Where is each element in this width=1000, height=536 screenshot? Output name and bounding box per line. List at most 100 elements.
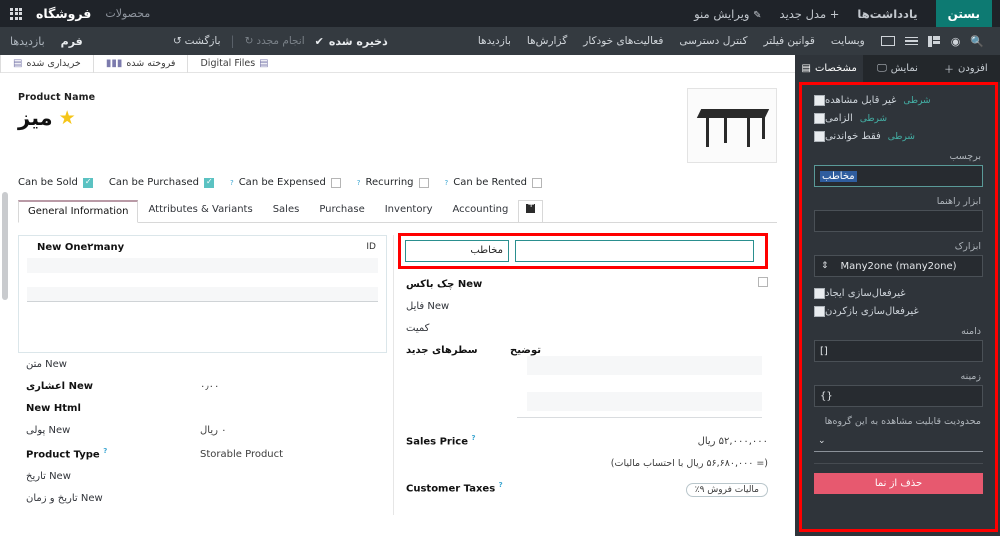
tooltip-field-input[interactable] [814,210,983,232]
new-lines-row[interactable] [527,392,762,411]
field-new-html[interactable]: New Html [18,403,387,414]
field-sales-price-value[interactable]: ۵۲,۰۰۰,۰۰۰ ریال [510,436,768,447]
checkbox-can-be-purchased[interactable]: Can be Purchased [109,177,214,188]
breadcrumb-views[interactable]: بازدیدها [10,35,45,48]
new-model-button[interactable]: + مدل جدید [780,7,840,21]
contact-secondary-input[interactable] [515,240,754,262]
field-product-type-value[interactable]: Storable Product [130,449,387,460]
brand-title[interactable]: فروشگاه [36,6,91,21]
checkbox-can-be-expensed-box[interactable] [330,177,341,188]
label-field-input[interactable]: مخاطب [814,165,983,187]
kanban-view-icon[interactable] [927,35,941,47]
help-icon[interactable]: ? [357,179,361,187]
list-view-icon[interactable] [904,36,918,47]
panel-tab-display[interactable]: 🖵 نمایش [863,55,931,82]
option-required[interactable]: الزامی شرطی [814,113,983,124]
option-disable-open-checkbox[interactable] [814,306,825,317]
option-invisible[interactable]: غیر قابل مشاهده شرطی [814,95,983,106]
menu-item-automations[interactable]: فعالیت‌های خودکار [583,35,663,47]
checkbox-can-be-sold[interactable]: Can be Sold [18,177,93,188]
field-new-checkbox-box[interactable] [758,277,768,287]
tab-inventory[interactable]: Inventory [375,199,443,222]
edit-menu-button[interactable]: ✎ ویرایش منو [694,7,761,21]
card-view-icon[interactable] [880,36,895,46]
tax-tag[interactable]: مالیات فروش ۹٪ [685,482,768,497]
field-new-checkbox-value[interactable] [510,277,768,290]
notes-button[interactable]: یادداشت‌ها [857,7,917,21]
menu-item-access-control[interactable]: کنترل دسترسی [679,35,747,47]
field-new-datetime[interactable]: New تاریخ و زمان [18,493,387,504]
tab-sales[interactable]: Sales [263,199,310,222]
one2many-row[interactable] [27,287,378,302]
checkbox-can-be-expensed[interactable]: ? Can be Expensed [230,177,341,188]
apps-grid-icon[interactable] [10,7,22,20]
star-icon[interactable]: ★ [59,108,76,128]
field-quantity[interactable]: کمیت [398,323,768,334]
help-icon[interactable]: ? [103,447,107,455]
help-icon[interactable]: ? [471,434,475,442]
new-lines-row[interactable] [527,356,762,375]
panel-tab-add[interactable]: ＋ افزودن [932,55,1000,82]
search-icon[interactable]: 🔍 [970,35,984,48]
field-new-file[interactable]: New فایل [398,301,768,312]
field-new-text[interactable]: New متن [18,359,387,370]
field-new-monetary[interactable]: New پولی ۰ ریال [18,425,387,436]
menu-item-website[interactable]: وبسایت [831,35,865,47]
topbar-products-link[interactable]: محصولات [105,7,150,20]
stat-button-digital-files[interactable]: Digital Files ▤ [187,54,280,73]
checkbox-recurring[interactable]: ? Recurring [357,177,429,188]
one2many-widget[interactable]: New One۲many ID [18,235,387,353]
breadcrumb-form[interactable]: فرم [61,35,83,48]
option-readonly[interactable]: فقط خواندنی شرطی [814,131,983,142]
close-button[interactable]: بستن [935,0,992,27]
option-disable-create-checkbox[interactable] [814,288,825,299]
one2many-row[interactable] [27,258,378,273]
field-new-checkbox[interactable]: New چک باکس [398,277,768,290]
stat-button-sold[interactable]: ▮▮▮ فروخته شده [92,54,188,73]
menu-item-reports[interactable]: گزارش‌ها [527,35,567,47]
clock-icon[interactable]: ◉ [951,35,961,48]
groups-field-select[interactable]: ⌄ [814,430,983,452]
checkbox-can-be-sold-box[interactable] [82,177,93,188]
widget-field-select[interactable]: ⇕ Many2one (many2one) [814,255,983,277]
field-new-date[interactable]: New تاریخ [18,471,387,482]
domain-field-input[interactable]: [] [814,340,983,362]
remove-from-view-button[interactable]: حذف از نما [814,473,983,494]
panel-tab-properties[interactable]: ▤ مشخصات [795,55,864,82]
option-readonly-checkbox[interactable] [814,131,825,142]
field-new-decimal[interactable]: New اعشاری ۰٫۰۰ [18,381,387,392]
checkbox-can-be-rented[interactable]: ? Can be Rented [445,177,542,188]
option-invisible-conditional-link[interactable]: شرطی [903,96,930,106]
option-disable-open[interactable]: غیرفعال‌سازی بازکردن [814,306,983,317]
option-readonly-conditional-link[interactable]: شرطی [888,132,915,142]
saved-status[interactable]: ✔ ذخیره شده [315,35,388,48]
undo-button[interactable]: ↺ بازگشت [173,35,221,47]
option-invisible-checkbox[interactable] [814,95,825,106]
option-disable-create[interactable]: غیرفعال‌سازی ایجاد [814,288,983,299]
field-sales-price[interactable]: ? Sales Price ۵۲,۰۰۰,۰۰۰ ریال [398,434,768,447]
add-tab-icon[interactable] [518,200,544,223]
help-icon[interactable]: ? [230,179,234,187]
field-new-decimal-value[interactable]: ۰٫۰۰ [130,381,387,392]
field-new-monetary-value[interactable]: ۰ ریال [130,425,387,436]
product-name-value[interactable]: میز [18,106,53,130]
field-customer-taxes[interactable]: ? Customer Taxes مالیات فروش ۹٪ [398,481,768,497]
checkbox-can-be-purchased-box[interactable] [203,177,214,188]
option-required-conditional-link[interactable]: شرطی [860,114,887,124]
checkbox-can-be-rented-box[interactable] [531,177,542,188]
checkbox-recurring-box[interactable] [418,177,429,188]
help-icon[interactable]: ? [445,179,449,187]
stat-button-purchased[interactable]: ▤ خریداری شده [0,54,93,73]
tab-attributes-variants[interactable]: Attributes & Variants [138,199,262,222]
menu-item-views[interactable]: بازدیدها [478,35,511,47]
redo-button[interactable]: ↻ انجام مجدد [245,35,305,47]
help-icon[interactable]: ? [499,481,503,489]
field-product-type[interactable]: ? Product Type Storable Product [18,447,387,460]
tab-purchase[interactable]: Purchase [309,199,374,222]
option-required-checkbox[interactable] [814,113,825,124]
menu-item-filter-rules[interactable]: قوانین فیلتر [763,35,814,47]
tab-general-information[interactable]: General Information [18,200,139,223]
product-image[interactable] [687,88,777,163]
context-field-input[interactable]: {} [814,385,983,407]
tab-accounting[interactable]: Accounting [443,199,519,222]
